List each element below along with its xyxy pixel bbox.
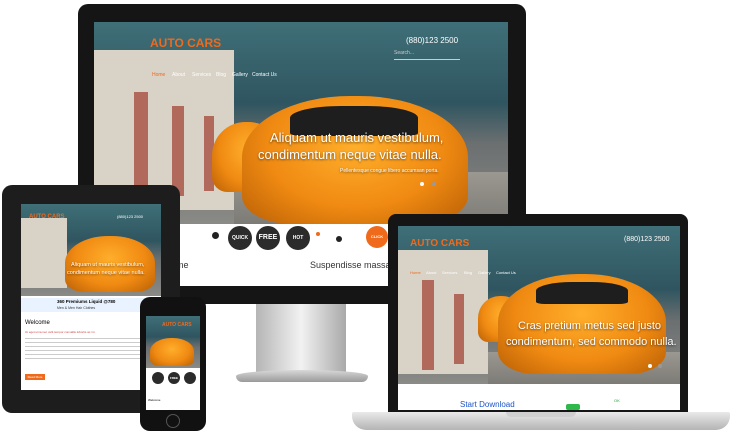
slider-dot[interactable]	[648, 364, 652, 368]
nav-item-contact[interactable]: Contact Us	[496, 270, 516, 275]
hero-heading-line1: Aliquam ut mauris vestibulum,	[71, 262, 145, 268]
hero-heading-line2: condimentum neque vitae nulla.	[67, 270, 145, 276]
slider-dot[interactable]	[432, 182, 436, 186]
phone-number: (880)123 2500	[406, 36, 459, 45]
nav-item-contact[interactable]: Contact Us	[252, 72, 277, 78]
badge-free[interactable]: FREE	[256, 226, 280, 250]
garage-pillar	[172, 106, 184, 196]
tablet-hero: AUTO CARS (880)123 2500 Aliquam ut mauri…	[21, 204, 161, 296]
hero-heading-line2: condimentum, sed commodo nulla.	[506, 336, 677, 348]
phone-number: (880)123 2500	[117, 214, 144, 219]
badge-free[interactable]: FREE	[168, 372, 180, 384]
badge-hot[interactable]	[184, 372, 196, 384]
badge-offer[interactable]: CLICK HERE	[366, 226, 388, 261]
start-download-link[interactable]: Start Download	[460, 400, 515, 409]
header-logo[interactable]: AUTO CARS	[410, 238, 469, 249]
badge-hot[interactable]: HOT	[286, 226, 310, 250]
car-windshield	[536, 282, 628, 304]
garage-building	[21, 218, 67, 288]
nav-item-blog[interactable]: Blog	[464, 270, 472, 275]
nav-bar: Home About Services Blog Gallery Contact…	[152, 72, 352, 81]
nav-item-about[interactable]: About	[426, 270, 436, 275]
car-main	[150, 338, 194, 366]
strip-right-text: Suspendisse massa	[310, 260, 391, 270]
welcome-heading: Welcome	[25, 320, 50, 326]
badge-quick[interactable]: QUICK	[228, 226, 252, 250]
nav-item-gallery[interactable]: Gallery	[232, 72, 248, 78]
hero-heading-line1: Aliquam ut mauris vestibulum,	[270, 130, 444, 145]
laptop-hero: AUTO CARS (880)123 2500 Home About Servi…	[398, 226, 680, 384]
header-logo[interactable]: AUTO CARS	[150, 36, 221, 50]
nav-item-about[interactable]: About	[172, 72, 185, 78]
hero-heading-line1: Cras pretium metus sed justo	[518, 320, 662, 332]
phone-number: (880)123 2500	[624, 236, 670, 243]
badge-quick[interactable]	[152, 372, 164, 384]
nav-item-services[interactable]: Services	[442, 270, 457, 275]
hero-heading-line2: condimentum neque vitae nulla.	[258, 147, 442, 162]
nav-bar: Home About Services Blog Gallery Contact…	[410, 270, 550, 278]
promo-subtext: Men & Men Hair Clothes	[57, 306, 96, 310]
monitor-stand-neck	[256, 304, 346, 372]
hero-subtext: Pellentesque congue libero accumsan port…	[340, 168, 439, 174]
brand-name: AUTO CARS	[410, 238, 470, 249]
promo-text: 360 Premiums Liquid @780	[57, 299, 116, 304]
nav-item-gallery[interactable]: Gallery	[478, 270, 491, 275]
nav-item-blog[interactable]: Blog	[216, 72, 226, 78]
nav-item-home[interactable]: Home	[152, 72, 165, 78]
garage-building	[398, 250, 488, 374]
garage-pillar	[422, 280, 434, 370]
nav-item-services[interactable]: Services	[192, 72, 211, 78]
monitor-stand-base	[236, 370, 368, 382]
phone-hero: AUTO CARS	[146, 316, 200, 368]
welcome-subtext: Ut eget urna nec velit tempor convallis …	[25, 330, 96, 334]
phone-screen: AUTO CARS FREE Welcome	[146, 316, 200, 410]
phone-home-button[interactable]	[166, 414, 180, 428]
green-button[interactable]	[566, 404, 580, 410]
text-lines	[25, 338, 155, 362]
decor-dot	[316, 232, 320, 236]
welcome-heading: Welcome	[148, 398, 161, 402]
slider-dot[interactable]	[658, 364, 662, 368]
nav-item-home[interactable]: Home	[410, 270, 421, 275]
ok-badge[interactable]: OK	[614, 398, 620, 403]
laptop-screen: AUTO CARS (880)123 2500 Home About Servi…	[398, 226, 680, 410]
garage-pillar	[454, 294, 464, 364]
decor-dot	[336, 236, 342, 242]
read-more-button[interactable]: Read More	[25, 374, 45, 380]
decor-dot	[212, 232, 219, 239]
slider-dot[interactable]	[420, 182, 424, 186]
brand-name[interactable]: AUTO CARS	[162, 322, 192, 328]
search-input[interactable]: Search...	[394, 50, 460, 60]
laptop-notch	[506, 412, 576, 417]
brand-name: AUTO CARS	[150, 36, 222, 50]
brand-name[interactable]: AUTO CARS	[29, 214, 65, 220]
